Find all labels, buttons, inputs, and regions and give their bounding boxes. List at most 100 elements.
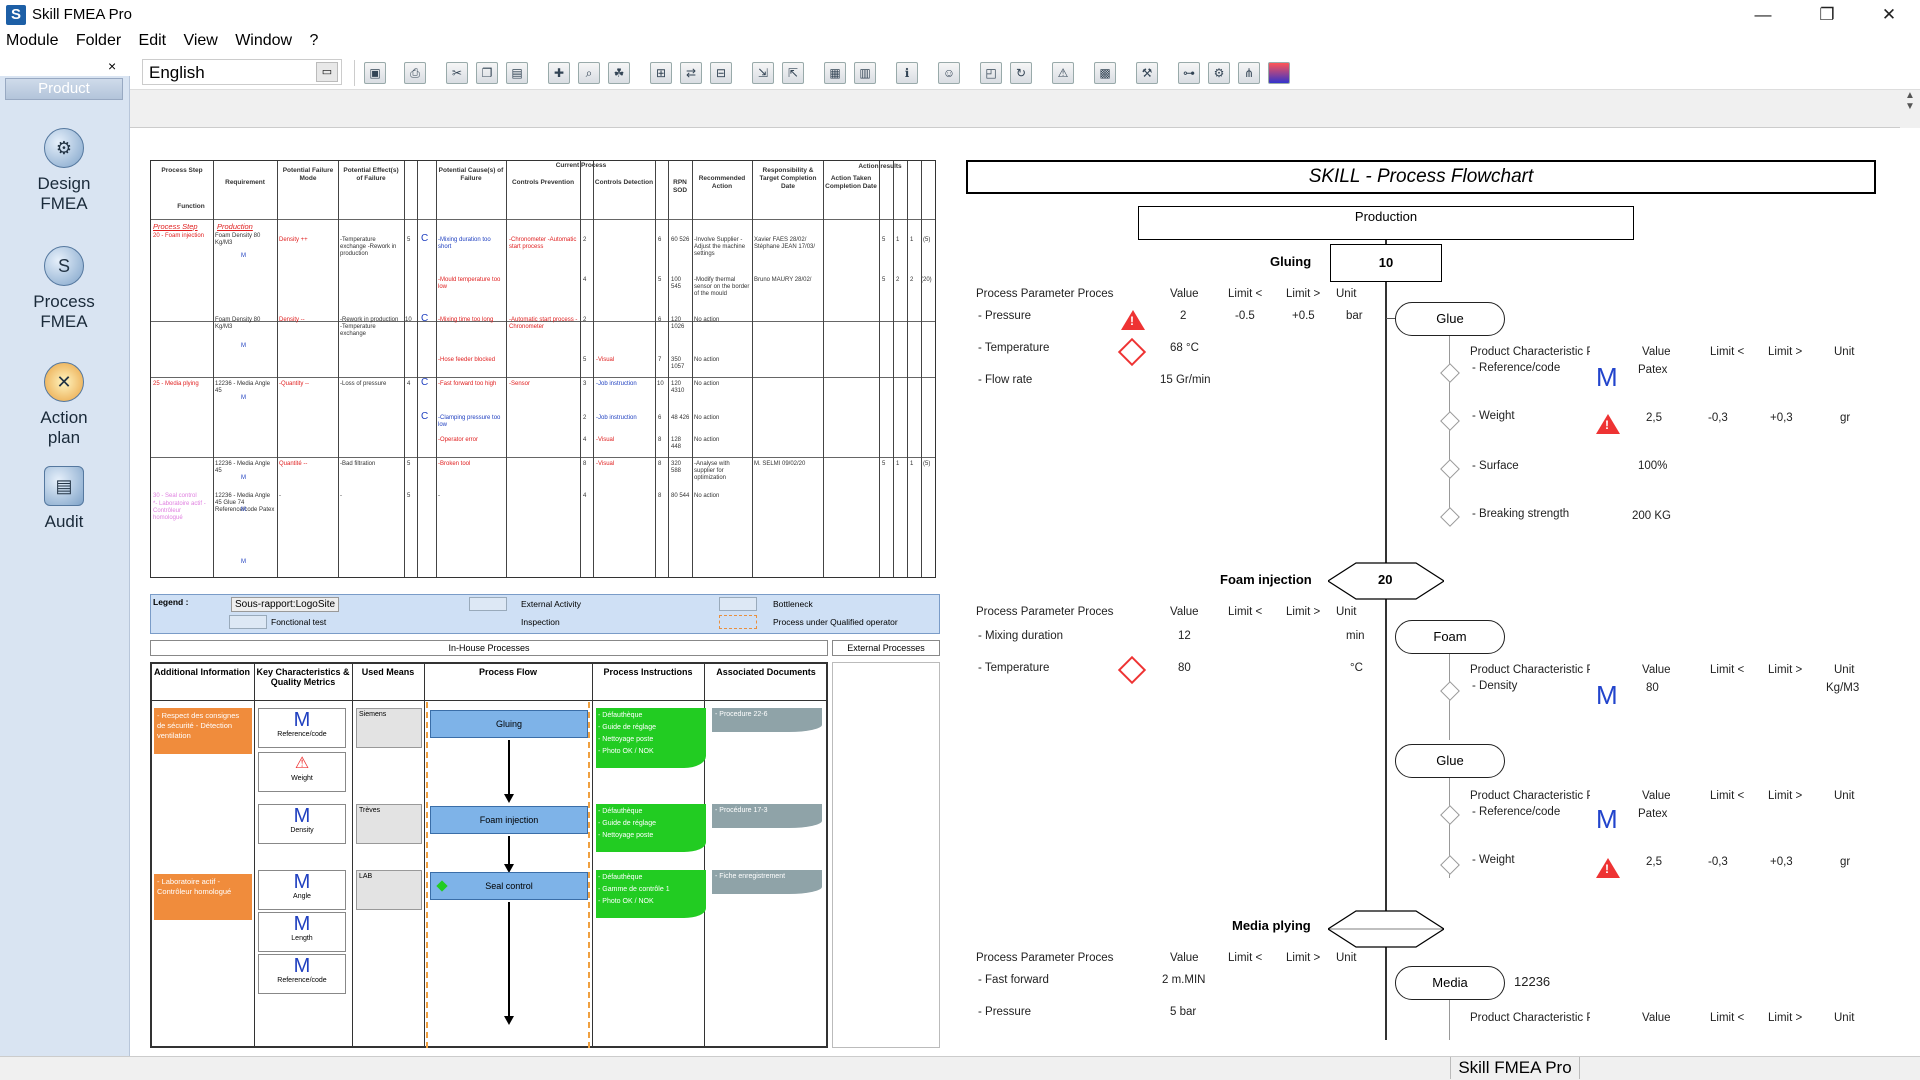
- design-fmea-icon: ⚙: [44, 128, 84, 168]
- document-block[interactable]: - Fiche enregistrement: [712, 870, 822, 894]
- char-header: Limit >: [1768, 346, 1803, 358]
- cell-prevention: -Automatic start process -Chronometer: [509, 317, 578, 330]
- cell-prevention: -Sensor: [509, 381, 531, 387]
- cell-failure-mode: Density --: [279, 317, 305, 323]
- cell-rpn: 120 4310: [671, 381, 685, 394]
- cell-failure-mode: -Quantity --: [279, 381, 310, 387]
- char-header: Product Characteristic Produ: [1470, 790, 1590, 802]
- restore-button[interactable]: ❐: [1804, 2, 1850, 28]
- cell-o: 2: [896, 277, 900, 283]
- key-characteristic[interactable]: M Reference/code: [258, 954, 346, 994]
- cell-detection: 6: [658, 237, 662, 243]
- scroll-arrows[interactable]: ▲ ▼: [1900, 90, 1920, 128]
- document-icon[interactable]: ▥: [854, 62, 876, 84]
- legend-bottleneck: Bottleneck: [773, 599, 813, 609]
- cell-requirement: 12236 - Media Angle 45: [215, 461, 271, 474]
- cut-icon[interactable]: ✂: [446, 62, 468, 84]
- nav-action-plan[interactable]: ✕ Action plan: [0, 362, 128, 448]
- hierarchy-icon[interactable]: ⊶: [1178, 62, 1200, 84]
- minimize-button[interactable]: —: [1740, 2, 1786, 28]
- document-block[interactable]: - Procédure 17-3: [712, 804, 822, 828]
- menu-folder[interactable]: Folder: [76, 30, 121, 50]
- decision-hexagon[interactable]: [1328, 910, 1444, 948]
- cell-s: 5: [882, 277, 886, 283]
- link-icon[interactable]: ⇄: [680, 62, 702, 84]
- node-foam[interactable]: Foam: [1395, 620, 1505, 654]
- instruction-item: - Nettoyage poste: [598, 832, 654, 839]
- node-media[interactable]: Media: [1395, 966, 1505, 1000]
- cell-cause: -Hose feeder blocked: [438, 357, 496, 363]
- char-value: 2,5: [1646, 856, 1662, 868]
- column-line: [417, 161, 418, 577]
- language-select[interactable]: English: [142, 59, 342, 85]
- production-box[interactable]: Production: [1138, 206, 1634, 240]
- instruction-item: - Guide de réglage: [598, 820, 656, 827]
- window-icon[interactable]: ◰: [980, 62, 1002, 84]
- panel-close-icon[interactable]: ×: [108, 58, 116, 74]
- function-label: Production: [217, 222, 253, 231]
- refresh-icon[interactable]: ↻: [1010, 62, 1032, 84]
- param-limit-low: -0.5: [1235, 310, 1255, 322]
- cell-cause: -: [438, 493, 440, 499]
- close-button[interactable]: ✕: [1866, 2, 1912, 28]
- search-node-icon[interactable]: ⌕: [578, 62, 600, 84]
- tree-icon[interactable]: ☘: [608, 62, 630, 84]
- key-characteristic[interactable]: M Density: [258, 804, 346, 844]
- report-icon[interactable]: ▦: [824, 62, 846, 84]
- network-icon[interactable]: ⊟: [710, 62, 732, 84]
- instructions-block: - Défauthèque - Guide de réglage - Nettoya…: [596, 708, 706, 768]
- add-node-icon[interactable]: ✚: [548, 62, 570, 84]
- export-icon[interactable]: ⇱: [782, 62, 804, 84]
- nav-audit[interactable]: ▤ Audit: [0, 466, 128, 532]
- char-header: Limit <: [1710, 790, 1745, 802]
- cell-responsibility: M. SELMI 09/02/20: [754, 461, 806, 467]
- flag-icon[interactable]: [1268, 62, 1290, 84]
- measure-m-icon: M: [241, 395, 246, 401]
- filter-icon[interactable]: ⋔: [1238, 62, 1260, 84]
- document-block[interactable]: - Procedure 22-6: [712, 708, 822, 732]
- param-value: 15 Gr/min: [1160, 374, 1211, 386]
- tools-icon[interactable]: ⚒: [1136, 62, 1158, 84]
- import-icon[interactable]: ⇲: [752, 62, 774, 84]
- char-name: - Reference/code: [1472, 362, 1561, 374]
- process-step-gluing[interactable]: Gluing: [430, 710, 588, 738]
- menu-view[interactable]: View: [183, 30, 217, 50]
- column-line: [424, 664, 425, 1046]
- folder-open-icon[interactable]: ▭: [316, 62, 338, 82]
- structure-icon[interactable]: ⊞: [650, 62, 672, 84]
- module-panel: [0, 76, 130, 1056]
- process-step-foam-injection[interactable]: Foam injection: [430, 806, 588, 834]
- nav-process-fmea[interactable]: S Process FMEA: [0, 246, 128, 332]
- settings-icon[interactable]: ⚙: [1208, 62, 1230, 84]
- key-characteristic[interactable]: ⚠ Weight: [258, 752, 346, 792]
- save-icon[interactable]: ▣: [364, 62, 386, 84]
- info-icon[interactable]: ℹ: [896, 62, 918, 84]
- print-icon[interactable]: ⎙: [404, 62, 426, 84]
- menu-window[interactable]: Window: [235, 30, 292, 50]
- flow-arrow: [508, 902, 510, 1022]
- char-value: 80: [1646, 682, 1659, 694]
- param-unit: bar: [1346, 310, 1363, 322]
- node-glue[interactable]: Glue: [1395, 744, 1505, 778]
- paste-icon[interactable]: ▤: [506, 62, 528, 84]
- key-characteristic[interactable]: M Length: [258, 912, 346, 952]
- measure-m-icon: M: [241, 559, 246, 565]
- cell-requirement: Foam Density 80 Kg/M3: [215, 317, 261, 330]
- users-icon[interactable]: ☺: [938, 62, 960, 84]
- copy-icon[interactable]: ❐: [476, 62, 498, 84]
- calculator-icon[interactable]: ▩: [1094, 62, 1116, 84]
- char-value: Patex: [1638, 364, 1668, 376]
- step-number-box[interactable]: 10: [1330, 244, 1442, 282]
- nav-design-fmea[interactable]: ⚙ Design FMEA: [0, 128, 128, 214]
- warning-icon[interactable]: ⚠: [1052, 62, 1074, 84]
- node-glue[interactable]: Glue: [1395, 302, 1505, 336]
- menu-edit[interactable]: Edit: [139, 30, 167, 50]
- tab-product[interactable]: Product: [5, 78, 123, 100]
- key-characteristic[interactable]: M Reference/code: [258, 708, 346, 748]
- instruction-item: - Guide de réglage: [598, 724, 656, 731]
- process-step-seal-control[interactable]: Seal control: [430, 872, 588, 900]
- menu-module[interactable]: Module: [6, 30, 58, 50]
- key-characteristic[interactable]: M Angle: [258, 870, 346, 910]
- param-value: 2: [1180, 310, 1187, 322]
- menu-help[interactable]: ?: [309, 30, 318, 50]
